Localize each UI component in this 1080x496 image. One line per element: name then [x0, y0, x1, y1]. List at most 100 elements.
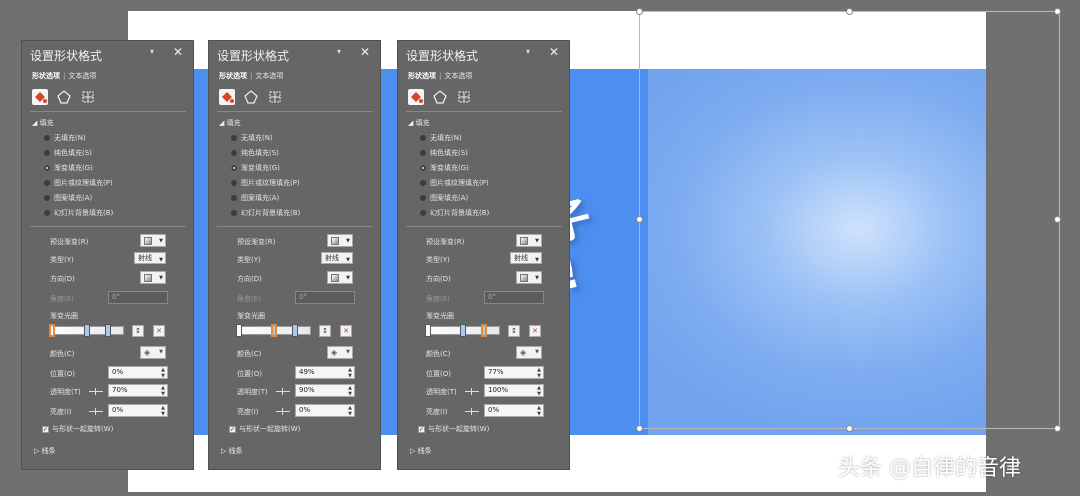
- resize-handle-t[interactable]: [846, 8, 853, 15]
- fill-option-radio[interactable]: 渐变填充(G): [420, 163, 469, 173]
- fill-option-radio[interactable]: 幻灯片背景填充(B): [420, 208, 489, 218]
- rotate-with-shape-checkbox[interactable]: ✓ 与形状一起旋转(W): [418, 424, 489, 434]
- resize-handle-tl[interactable]: [636, 8, 643, 15]
- panel-options-icon[interactable]: ▾: [150, 47, 154, 56]
- gradient-stop-1[interactable]: [236, 324, 242, 337]
- effects-icon[interactable]: [432, 89, 448, 105]
- type-dropdown[interactable]: 射线 ▼: [134, 252, 166, 264]
- fill-option-radio[interactable]: 图案填充(A): [420, 193, 468, 203]
- fill-option-radio[interactable]: 图片或纹理填充(P): [44, 178, 113, 188]
- fill-option-radio[interactable]: 渐变填充(G): [44, 163, 93, 173]
- transparency-spinner[interactable]: 90% ▲ ▼: [295, 384, 355, 397]
- gradient-stop-2[interactable]: [460, 324, 466, 337]
- tab-shape-options[interactable]: 形状选项: [408, 72, 436, 80]
- effects-icon[interactable]: [56, 89, 72, 105]
- color-picker-button[interactable]: ◈ ▼: [327, 346, 353, 359]
- resize-handle-r[interactable]: [1054, 216, 1061, 223]
- add-stop-button[interactable]: ↕: [319, 325, 331, 337]
- type-dropdown[interactable]: 射线 ▼: [321, 252, 353, 264]
- brightness-spinner[interactable]: 0% ▲ ▼: [108, 404, 168, 417]
- fill-option-radio[interactable]: 图片或纹理填充(P): [420, 178, 489, 188]
- size-properties-icon[interactable]: [456, 89, 472, 105]
- tab-text-options[interactable]: 文本选项: [255, 72, 283, 80]
- preset-gradient-dropdown[interactable]: ▼: [140, 234, 166, 247]
- brightness-slider[interactable]: [89, 408, 103, 415]
- line-section-header[interactable]: ▷ 线条: [34, 446, 56, 456]
- color-picker-button[interactable]: ◈ ▼: [516, 346, 542, 359]
- color-picker-button[interactable]: ◈ ▼: [140, 346, 166, 359]
- gradient-stops-bar[interactable]: [49, 324, 124, 337]
- fill-section-header[interactable]: ◢ 填充: [32, 118, 54, 128]
- brightness-spinner[interactable]: 0% ▲ ▼: [295, 404, 355, 417]
- fill-line-icon[interactable]: [408, 89, 424, 105]
- panel-options-icon[interactable]: ▾: [526, 47, 530, 56]
- effects-icon[interactable]: [243, 89, 259, 105]
- gradient-stop-3[interactable]: [481, 324, 487, 337]
- direction-dropdown[interactable]: ▼: [140, 271, 166, 284]
- remove-stop-button[interactable]: ✕: [153, 325, 165, 337]
- tab-shape-options[interactable]: 形状选项: [32, 72, 60, 80]
- fill-option-radio[interactable]: 渐变填充(G): [231, 163, 280, 173]
- transparency-spinner[interactable]: 70% ▲ ▼: [108, 384, 168, 397]
- gradient-stop-2[interactable]: [271, 324, 277, 337]
- rotate-with-shape-checkbox[interactable]: ✓ 与形状一起旋转(W): [229, 424, 300, 434]
- fill-line-icon[interactable]: [219, 89, 235, 105]
- transparency-spinner[interactable]: 100% ▲ ▼: [484, 384, 544, 397]
- fill-option-radio[interactable]: 幻灯片背景填充(B): [231, 208, 300, 218]
- fill-option-radio[interactable]: 幻灯片背景填充(B): [44, 208, 113, 218]
- line-section-header[interactable]: ▷ 线条: [221, 446, 243, 456]
- resize-handle-br[interactable]: [1054, 425, 1061, 432]
- brightness-slider[interactable]: [465, 408, 479, 415]
- brightness-spinner[interactable]: 0% ▲ ▼: [484, 404, 544, 417]
- fill-option-radio[interactable]: 纯色填充(S): [231, 148, 279, 158]
- gradient-stop-1[interactable]: [49, 324, 55, 337]
- gradient-stops-bar[interactable]: [425, 324, 500, 337]
- close-icon[interactable]: ✕: [173, 45, 183, 59]
- fill-option-radio[interactable]: 图案填充(A): [44, 193, 92, 203]
- direction-dropdown[interactable]: ▼: [327, 271, 353, 284]
- resize-handle-bl[interactable]: [636, 425, 643, 432]
- fill-option-radio[interactable]: 无填充(N): [44, 133, 86, 143]
- type-dropdown[interactable]: 射线 ▼: [510, 252, 542, 264]
- add-stop-button[interactable]: ↕: [132, 325, 144, 337]
- position-spinner[interactable]: 0% ▲ ▼: [108, 366, 168, 379]
- preset-gradient-dropdown[interactable]: ▼: [516, 234, 542, 247]
- tab-text-options[interactable]: 文本选项: [68, 72, 96, 80]
- tab-shape-options[interactable]: 形状选项: [219, 72, 247, 80]
- position-spinner[interactable]: 49% ▲ ▼: [295, 366, 355, 379]
- fill-section-header[interactable]: ◢ 填充: [408, 118, 430, 128]
- transparency-slider[interactable]: [465, 388, 479, 395]
- gradient-stop-1[interactable]: [425, 324, 431, 337]
- position-spinner[interactable]: 77% ▲ ▼: [484, 366, 544, 379]
- fill-line-icon[interactable]: [32, 89, 48, 105]
- fill-option-radio[interactable]: 无填充(N): [231, 133, 273, 143]
- close-icon[interactable]: ✕: [360, 45, 370, 59]
- gradient-stop-3[interactable]: [105, 324, 111, 337]
- preset-gradient-dropdown[interactable]: ▼: [327, 234, 353, 247]
- fill-section-header[interactable]: ◢ 填充: [219, 118, 241, 128]
- add-stop-button[interactable]: ↕: [508, 325, 520, 337]
- gradient-stops-bar[interactable]: [236, 324, 311, 337]
- size-properties-icon[interactable]: [80, 89, 96, 105]
- remove-stop-button[interactable]: ✕: [529, 325, 541, 337]
- transparency-slider[interactable]: [276, 388, 290, 395]
- resize-handle-tr[interactable]: [1054, 8, 1061, 15]
- tab-text-options[interactable]: 文本选项: [444, 72, 472, 80]
- panel-options-icon[interactable]: ▾: [337, 47, 341, 56]
- fill-option-radio[interactable]: 图案填充(A): [231, 193, 279, 203]
- fill-option-radio[interactable]: 纯色填充(S): [44, 148, 92, 158]
- fill-option-radio[interactable]: 无填充(N): [420, 133, 462, 143]
- gradient-stop-2[interactable]: [84, 324, 90, 337]
- line-section-header[interactable]: ▷ 线条: [410, 446, 432, 456]
- size-properties-icon[interactable]: [267, 89, 283, 105]
- fill-option-radio[interactable]: 纯色填充(S): [420, 148, 468, 158]
- rotate-with-shape-checkbox[interactable]: ✓ 与形状一起旋转(W): [42, 424, 113, 434]
- resize-handle-l[interactable]: [636, 216, 643, 223]
- resize-handle-b[interactable]: [846, 425, 853, 432]
- gradient-stop-3[interactable]: [292, 324, 298, 337]
- fill-option-radio[interactable]: 图片或纹理填充(P): [231, 178, 300, 188]
- remove-stop-button[interactable]: ✕: [340, 325, 352, 337]
- close-icon[interactable]: ✕: [549, 45, 559, 59]
- selection-frame[interactable]: [636, 8, 1061, 432]
- brightness-slider[interactable]: [276, 408, 290, 415]
